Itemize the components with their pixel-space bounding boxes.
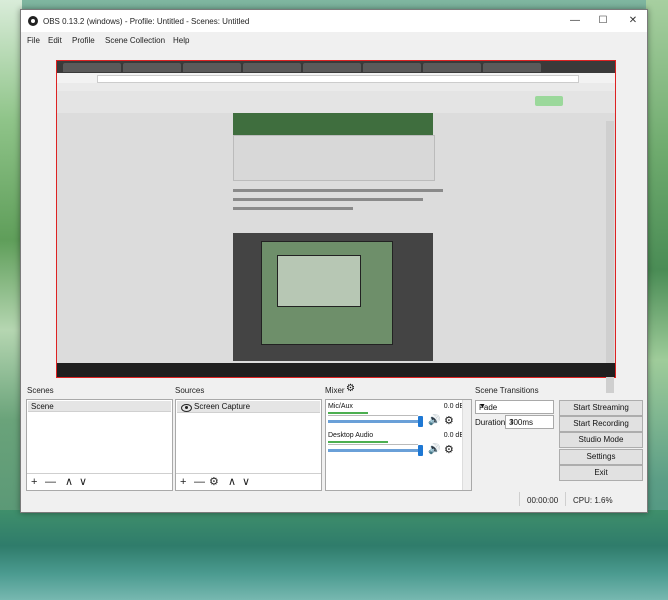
scenes-title: Scenes: [27, 386, 54, 395]
scenes-toolbar: + — ∧ ∨: [27, 473, 172, 490]
duration-label: Duration: [475, 418, 506, 427]
mixer-track-desktop: Desktop Audio 0.0 dB 🔊 ⚙: [326, 432, 466, 468]
remove-scene-button[interactable]: —: [45, 475, 56, 489]
remove-source-button[interactable]: —: [194, 475, 205, 489]
window-title: OBS 0.13.2 (windows) - Profile: Untitled…: [43, 17, 250, 26]
scene-down-button[interactable]: ∨: [79, 475, 87, 489]
volume-fader-knob[interactable]: [418, 445, 423, 456]
menu-profile[interactable]: Profile: [72, 36, 95, 45]
studio-mode-button[interactable]: Studio Mode: [559, 432, 643, 448]
track-db: 0.0 dB: [443, 432, 464, 439]
menu-file[interactable]: File: [27, 36, 40, 45]
volume-meter-track: [328, 415, 418, 416]
captured-bookmarks-bar: [57, 83, 615, 91]
scene-item[interactable]: Scene: [28, 401, 171, 412]
settings-button[interactable]: Settings: [559, 449, 643, 465]
start-streaming-button[interactable]: Start Streaming: [559, 400, 643, 416]
obs-window: OBS 0.13.2 (windows) - Profile: Untitled…: [20, 9, 648, 513]
transition-select[interactable]: Fade ▼: [475, 400, 554, 414]
menu-bar: File Edit Profile Scene Collection Help: [21, 32, 647, 48]
mixer-panel: Mic/Aux 0.0 dB 🔊 ⚙ Desktop Audio 0.0 dB …: [325, 399, 472, 491]
speaker-icon[interactable]: 🔊: [428, 444, 440, 455]
volume-fader-knob[interactable]: [418, 416, 423, 427]
source-properties-gear-icon[interactable]: ⚙: [209, 475, 219, 489]
track-db: 0.0 dB: [443, 403, 464, 410]
mixer-scrollbar[interactable]: [462, 400, 471, 490]
preview-canvas[interactable]: [56, 60, 616, 393]
volume-meter: [328, 441, 388, 443]
speaker-icon[interactable]: 🔊: [428, 415, 440, 426]
status-time: 00:00:00: [527, 496, 559, 505]
title-bar: OBS 0.13.2 (windows) - Profile: Untitled…: [21, 10, 647, 32]
add-scene-button[interactable]: +: [31, 475, 37, 489]
captured-address-bar: [57, 73, 615, 83]
status-divider: [519, 492, 520, 506]
track-name: Mic/Aux: [328, 403, 353, 410]
track-name: Desktop Audio: [328, 432, 374, 439]
minimize-button[interactable]: —: [561, 13, 589, 29]
volume-meter: [328, 412, 368, 414]
desktop-wallpaper-bottom: [0, 510, 668, 600]
source-down-button[interactable]: ∨: [242, 475, 250, 489]
gear-icon[interactable]: ⚙: [444, 414, 454, 427]
scene-item-label: Scene: [31, 402, 54, 411]
source-item[interactable]: Screen Capture: [177, 401, 320, 413]
start-recording-button[interactable]: Start Recording: [559, 416, 643, 432]
close-button[interactable]: ✕: [619, 13, 647, 29]
gear-icon[interactable]: ⚙: [444, 443, 454, 456]
eye-icon[interactable]: [181, 404, 192, 412]
chevron-down-icon: ▼: [479, 403, 486, 410]
sources-title: Sources: [175, 386, 205, 395]
captured-browser-tabs: [57, 61, 615, 73]
status-cpu: CPU: 1.6%: [573, 496, 613, 505]
mixer-gear-icon[interactable]: ⚙: [346, 383, 355, 394]
volume-fader[interactable]: [328, 420, 422, 423]
captured-taskbar: [57, 363, 615, 377]
scene-up-button[interactable]: ∧: [65, 475, 73, 489]
mixer-title: Mixer: [325, 386, 345, 395]
menu-help[interactable]: Help: [173, 36, 189, 45]
maximize-button[interactable]: ☐: [589, 13, 617, 29]
volume-fader[interactable]: [328, 449, 422, 452]
spin-arrows-icon: ⇕: [509, 419, 515, 426]
status-divider: [565, 492, 566, 506]
obs-logo-icon: [28, 16, 38, 26]
sources-toolbar: + — ⚙ ∧ ∨: [176, 473, 321, 490]
add-source-button[interactable]: +: [180, 475, 186, 489]
transitions-title: Scene Transitions: [475, 386, 539, 395]
exit-button[interactable]: Exit: [559, 465, 643, 481]
scenes-panel: Scene + — ∧ ∨: [26, 399, 173, 491]
sources-panel: Screen Capture + — ⚙ ∧ ∨: [175, 399, 322, 491]
source-up-button[interactable]: ∧: [228, 475, 236, 489]
duration-spinbox[interactable]: 300ms ⇕: [505, 415, 554, 429]
source-item-label: Screen Capture: [194, 402, 251, 411]
menu-edit[interactable]: Edit: [48, 36, 62, 45]
captured-web-page: [57, 91, 615, 393]
menu-scene-collection[interactable]: Scene Collection: [105, 36, 165, 45]
volume-meter-track: [328, 444, 418, 445]
